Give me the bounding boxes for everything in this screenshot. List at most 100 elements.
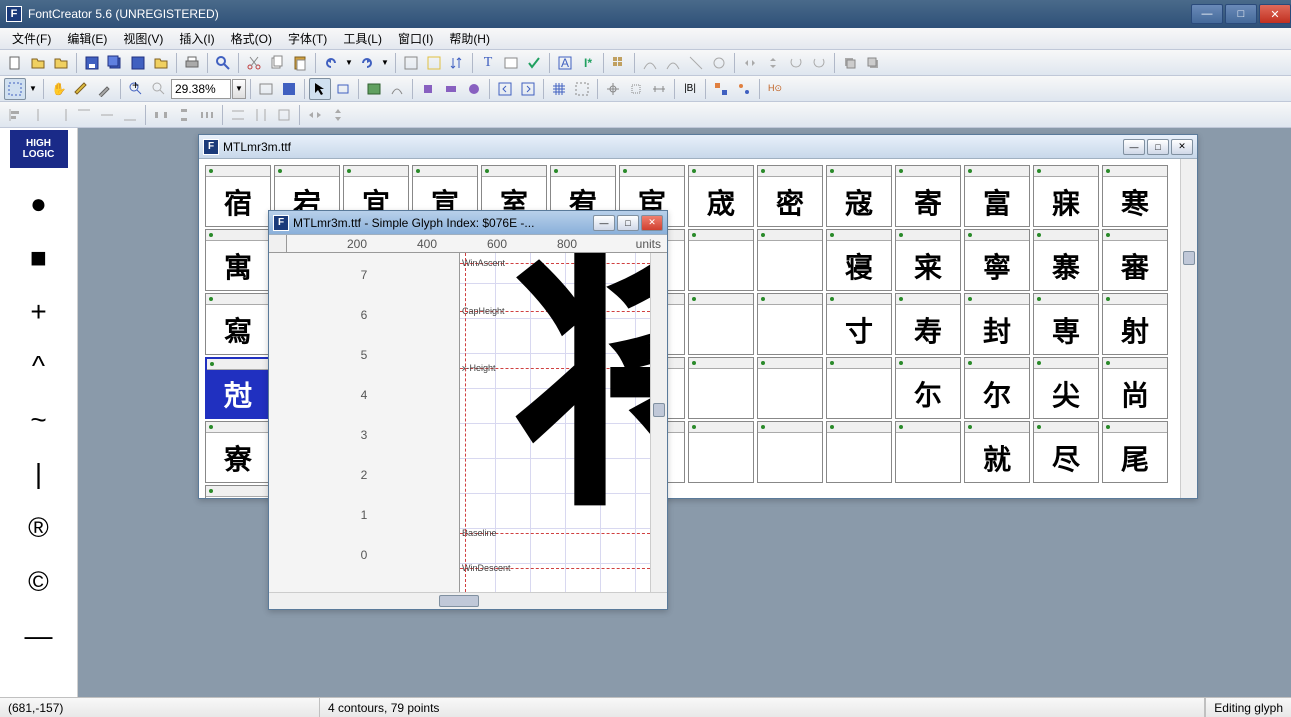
shape-sq-icon[interactable] <box>417 78 439 100</box>
glyph-cell[interactable]: 射 <box>1102 293 1168 355</box>
zoom-input[interactable] <box>171 79 231 99</box>
editor-hscroll[interactable] <box>269 592 667 609</box>
glyph-cell[interactable]: 密 <box>757 165 823 227</box>
tool-a-icon[interactable] <box>400 52 422 74</box>
glyph-cell[interactable] <box>826 421 892 483</box>
center-h-icon[interactable] <box>304 104 326 126</box>
editor-min-button[interactable]: — <box>593 215 615 231</box>
preview-icon[interactable] <box>500 52 522 74</box>
redo-icon[interactable] <box>356 52 378 74</box>
zoom-out-icon[interactable] <box>148 78 170 100</box>
new-icon[interactable] <box>4 52 26 74</box>
glyph-cell[interactable] <box>688 421 754 483</box>
glyph-cell[interactable] <box>826 357 892 419</box>
layer2-icon[interactable] <box>862 52 884 74</box>
glyph-cell[interactable]: 寒 <box>1102 165 1168 227</box>
arrow-icon[interactable] <box>309 78 331 100</box>
glyph-cell[interactable] <box>757 357 823 419</box>
text-icon[interactable]: T <box>477 52 499 74</box>
glyph-cell[interactable]: 尖 <box>1033 357 1099 419</box>
install-icon[interactable] <box>150 52 172 74</box>
editor-vscroll[interactable] <box>650 253 667 592</box>
open2-icon[interactable] <box>50 52 72 74</box>
dist-eq-icon[interactable] <box>196 104 218 126</box>
editor-max-button[interactable]: □ <box>617 215 639 231</box>
align-c-icon[interactable] <box>27 104 49 126</box>
shape-rect-icon[interactable] <box>440 78 462 100</box>
font-max-button[interactable]: □ <box>1147 139 1169 155</box>
glyph-cell[interactable]: 寇 <box>826 165 892 227</box>
metrics-icon[interactable] <box>648 78 670 100</box>
glyph-cell[interactable] <box>757 229 823 291</box>
saveas-icon[interactable] <box>127 52 149 74</box>
find-icon[interactable] <box>212 52 234 74</box>
menu-font[interactable]: 字体(T) <box>280 28 335 49</box>
glyph-cell[interactable]: 寓 <box>205 229 271 291</box>
hand-icon[interactable]: ✋ <box>48 78 70 100</box>
grid-icon[interactable] <box>608 52 630 74</box>
info-icon[interactable]: I* <box>577 52 599 74</box>
same-h-icon[interactable] <box>250 104 272 126</box>
editor-close-button[interactable]: ✕ <box>641 215 663 231</box>
grid-toggle-icon[interactable] <box>548 78 570 100</box>
glyph-cell[interactable]: 審 <box>1102 229 1168 291</box>
menu-help[interactable]: 帮助(H) <box>441 28 498 49</box>
glyph-cell[interactable] <box>688 229 754 291</box>
curve1-icon[interactable] <box>639 52 661 74</box>
menu-view[interactable]: 视图(V) <box>115 28 171 49</box>
curve3-icon[interactable] <box>685 52 707 74</box>
saveall-icon[interactable] <box>104 52 126 74</box>
image-icon[interactable] <box>363 78 385 100</box>
glyph-cell[interactable]: 宬 <box>688 165 754 227</box>
dropdown-icon[interactable]: ▼ <box>343 52 355 74</box>
glyph-cell[interactable]: 封 <box>964 293 1030 355</box>
glyph-cell[interactable]: 寨 <box>1033 229 1099 291</box>
font-min-button[interactable]: — <box>1123 139 1145 155</box>
sample-caret[interactable]: ^ <box>10 342 68 390</box>
glyph-cell[interactable]: 尔 <box>964 357 1030 419</box>
glyph-cell[interactable]: 尅 <box>205 357 271 419</box>
curve2-icon[interactable] <box>662 52 684 74</box>
menu-format[interactable]: 格式(O) <box>223 28 280 49</box>
glyph-cell[interactable]: 尓 <box>895 357 961 419</box>
tool-b-icon[interactable] <box>423 52 445 74</box>
select-icon[interactable] <box>4 78 26 100</box>
glyph-cell[interactable]: 寮 <box>205 421 271 483</box>
cut-icon[interactable] <box>243 52 265 74</box>
flip-v-icon[interactable] <box>762 52 784 74</box>
glyph-cell[interactable]: 寫 <box>205 293 271 355</box>
glyph-cell[interactable]: 寿 <box>895 293 961 355</box>
glyph-cell[interactable]: 寧 <box>964 229 1030 291</box>
mode2-icon[interactable] <box>733 78 755 100</box>
glyph-cell[interactable]: 寄 <box>895 165 961 227</box>
close-button[interactable]: ✕ <box>1259 4 1291 24</box>
paste-icon[interactable] <box>289 52 311 74</box>
glyph-cell[interactable] <box>757 421 823 483</box>
dropdown-icon[interactable]: ▼ <box>379 52 391 74</box>
sort-icon[interactable] <box>446 52 468 74</box>
snap2-icon[interactable] <box>625 78 647 100</box>
fit-icon[interactable] <box>255 78 277 100</box>
glyph-cell[interactable]: 寐 <box>1033 165 1099 227</box>
dist-h-icon[interactable] <box>150 104 172 126</box>
glyph-cell[interactable] <box>757 293 823 355</box>
layer-icon[interactable] <box>839 52 861 74</box>
glyph-cell[interactable]: 富 <box>964 165 1030 227</box>
align-t-icon[interactable] <box>73 104 95 126</box>
test-icon[interactable]: A <box>554 52 576 74</box>
glyph-cell[interactable]: 尿 <box>205 485 271 498</box>
save-icon[interactable] <box>81 52 103 74</box>
open-icon[interactable] <box>27 52 49 74</box>
dropdown-icon[interactable]: ▼ <box>27 78 39 100</box>
sample-dash[interactable]: — <box>10 612 68 660</box>
fitall-icon[interactable] <box>278 78 300 100</box>
menu-insert[interactable]: 插入(I) <box>171 28 222 49</box>
align-m-icon[interactable] <box>96 104 118 126</box>
editor-canvas[interactable]: WinAscent CapHeight x-Height Baseline Wi… <box>460 253 650 592</box>
bearings-icon[interactable]: |B| <box>679 78 701 100</box>
font-close-button[interactable]: ✕ <box>1171 139 1193 155</box>
glyph-cell[interactable] <box>895 421 961 483</box>
glyph-cell[interactable] <box>688 293 754 355</box>
zoom-dropdown[interactable]: ▼ <box>232 79 246 99</box>
sample-tilde[interactable]: ~ <box>10 396 68 444</box>
